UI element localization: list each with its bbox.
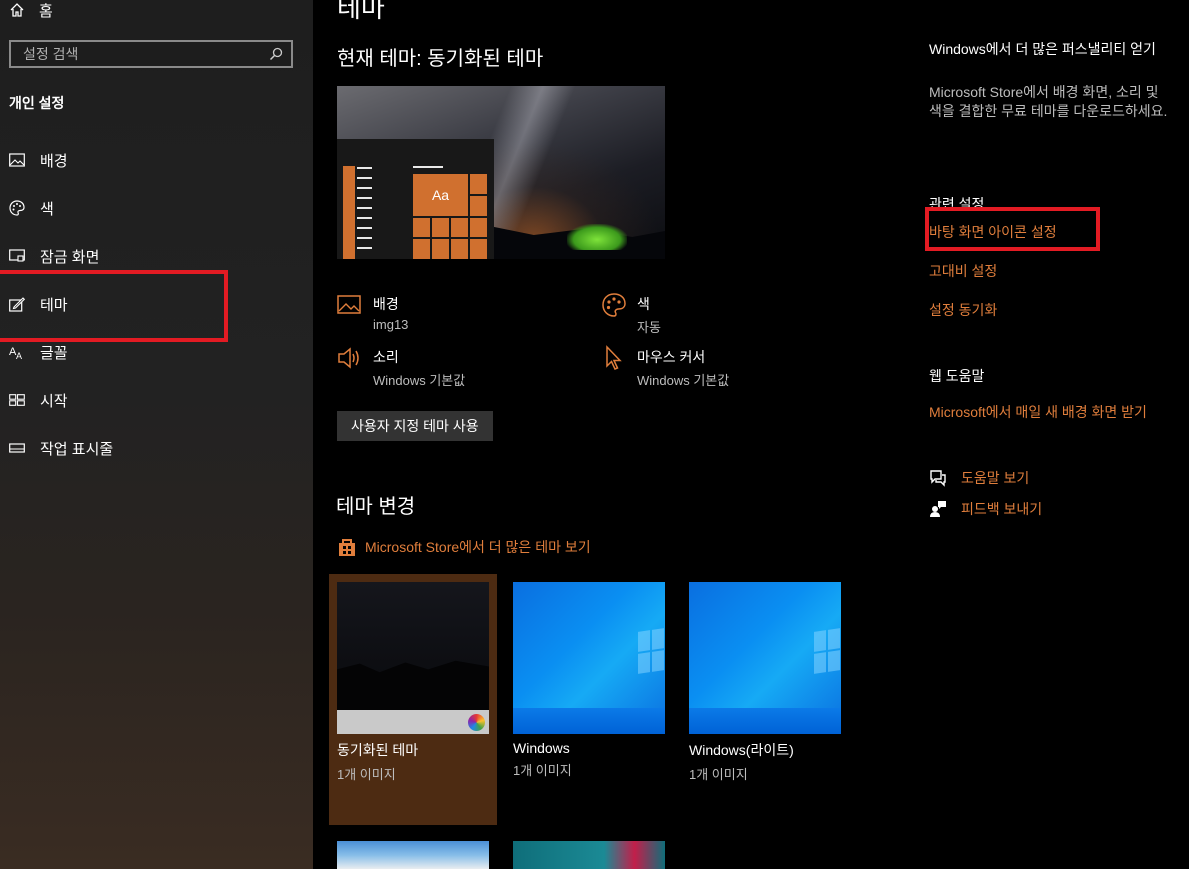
page-title: 테마	[337, 0, 385, 23]
sidebar-item-label: 작업 표시줄	[40, 440, 114, 458]
picture-icon	[9, 152, 25, 168]
high-contrast-settings-link[interactable]: 고대비 설정	[929, 261, 997, 281]
theme-tile-windows-light[interactable]: Windows(라이트) 1개 이미지	[689, 582, 841, 783]
property-value: 자동	[637, 320, 661, 335]
theme-name: Windows	[513, 740, 570, 756]
theme-image-count: 1개 이미지	[689, 767, 748, 782]
theme-name: Windows(라이트)	[689, 742, 794, 758]
sidebar-item-lock-screen[interactable]: 잠금 화면	[9, 246, 99, 266]
font-icon: AA	[9, 344, 25, 360]
start-icon	[9, 392, 25, 408]
windows-logo-icon	[814, 628, 840, 674]
theme-thumbnail-partial[interactable]	[337, 841, 489, 869]
property-value: img13	[373, 317, 409, 332]
theme-name: 동기화된 테마	[337, 742, 419, 758]
home-icon	[10, 3, 24, 17]
sidebar-item-background[interactable]: 배경	[9, 150, 68, 170]
search-icon[interactable]	[269, 47, 283, 61]
tent-glow	[567, 224, 627, 250]
theme-tile-windows[interactable]: Windows 1개 이미지	[513, 582, 665, 779]
property-name: 배경	[373, 296, 399, 312]
theme-thumbnail	[337, 582, 489, 734]
highlight-box-desktop-icons	[925, 207, 1100, 251]
sidebar-item-label: 배경	[40, 152, 68, 170]
current-theme-title: 현재 테마: 동기화된 테마	[337, 48, 544, 70]
cursor-icon	[606, 345, 622, 370]
preview-start-bar	[343, 166, 355, 259]
search-input[interactable]	[23, 46, 253, 62]
theme-thumbnail	[689, 582, 841, 734]
sync-settings-link[interactable]: 설정 동기화	[929, 300, 997, 320]
picture-icon	[337, 295, 361, 314]
store-themes-link[interactable]: Microsoft Store에서 더 많은 테마 보기	[337, 537, 591, 557]
sidebar-item-fonts[interactable]: AA 글꼴	[9, 342, 68, 362]
theme-image-count: 1개 이미지	[337, 767, 396, 782]
property-name: 마우스 커서	[637, 349, 706, 365]
search-box[interactable]	[9, 40, 293, 68]
store-link-label: Microsoft Store에서 더 많은 테마 보기	[365, 539, 591, 555]
feedback-link[interactable]: 피드백 보내기	[929, 499, 1042, 519]
svg-text:A: A	[16, 351, 22, 360]
preview-list-lines	[357, 167, 372, 257]
sidebar-item-label: 색	[40, 200, 54, 218]
sidebar-item-taskbar[interactable]: 작업 표시줄	[9, 438, 113, 458]
sidebar-item-start[interactable]: 시작	[9, 390, 68, 410]
section-title: 개인 설정	[9, 95, 65, 111]
home-nav-item[interactable]: 홈	[9, 0, 53, 20]
preview-title-line	[413, 166, 443, 168]
lock-screen-icon	[9, 248, 25, 264]
property-name: 색	[637, 296, 650, 312]
property-name: 소리	[373, 349, 399, 365]
change-theme-title: 테마 변경	[336, 496, 416, 518]
property-color[interactable]: 색자동	[601, 293, 661, 336]
preview-tiles: Aa	[413, 174, 487, 259]
get-help-label: 도움말 보기	[961, 470, 1030, 486]
preview-window-mock: Aa	[337, 139, 494, 259]
color-wheel-icon	[468, 714, 485, 731]
store-bag-icon	[339, 539, 355, 556]
home-label: 홈	[39, 2, 53, 20]
property-value: Windows 기본값	[637, 373, 730, 388]
highlight-box-theme	[0, 270, 228, 342]
property-mouse-cursor[interactable]: 마우스 커서 Windows 기본값	[601, 345, 730, 389]
theme-image-count: 1개 이미지	[513, 763, 572, 778]
theme-thumbnail	[513, 582, 665, 734]
sidebar-item-label: 잠금 화면	[40, 248, 100, 266]
theme-thumbnail-partial[interactable]	[513, 841, 665, 869]
daily-wallpaper-link[interactable]: Microsoft에서 매일 새 배경 화면 받기	[929, 402, 1147, 422]
sidebar-item-label: 글꼴	[40, 344, 68, 362]
speaker-icon	[338, 347, 359, 369]
help-chat-icon	[930, 470, 946, 487]
property-sounds[interactable]: 소리 Windows 기본값	[337, 347, 465, 389]
use-custom-theme-button[interactable]: 사용자 지정 테마 사용	[337, 411, 493, 441]
store-description: Microsoft Store에서 배경 화면, 소리 및 색을 결합한 무료 …	[929, 84, 1168, 119]
sidebar-item-color[interactable]: 색	[9, 198, 54, 218]
property-background[interactable]: 배경 img13	[337, 294, 408, 332]
windows-logo-icon	[638, 628, 664, 674]
palette-icon	[9, 200, 25, 216]
palette-icon	[602, 293, 626, 317]
taskbar-icon	[9, 440, 25, 456]
feedback-person-icon	[930, 501, 946, 517]
sidebar: 홈 개인 설정 배경 색 잠금 화면 테마 AA 글꼴 시작 작업 표시줄	[0, 0, 313, 869]
store-heading: Windows에서 더 많은 퍼스낼리티 얻기	[929, 41, 1156, 57]
web-help-title: 웹 도움말	[929, 368, 985, 384]
sidebar-item-label: 시작	[40, 392, 68, 410]
preview-tile-label: Aa	[413, 174, 468, 216]
feedback-label: 피드백 보내기	[961, 501, 1043, 517]
get-help-link[interactable]: 도움말 보기	[929, 468, 1029, 488]
theme-tile-synced[interactable]: 동기화된 테마 1개 이미지	[337, 582, 489, 783]
theme-preview: Aa	[337, 86, 665, 259]
property-value: Windows 기본값	[373, 373, 466, 388]
